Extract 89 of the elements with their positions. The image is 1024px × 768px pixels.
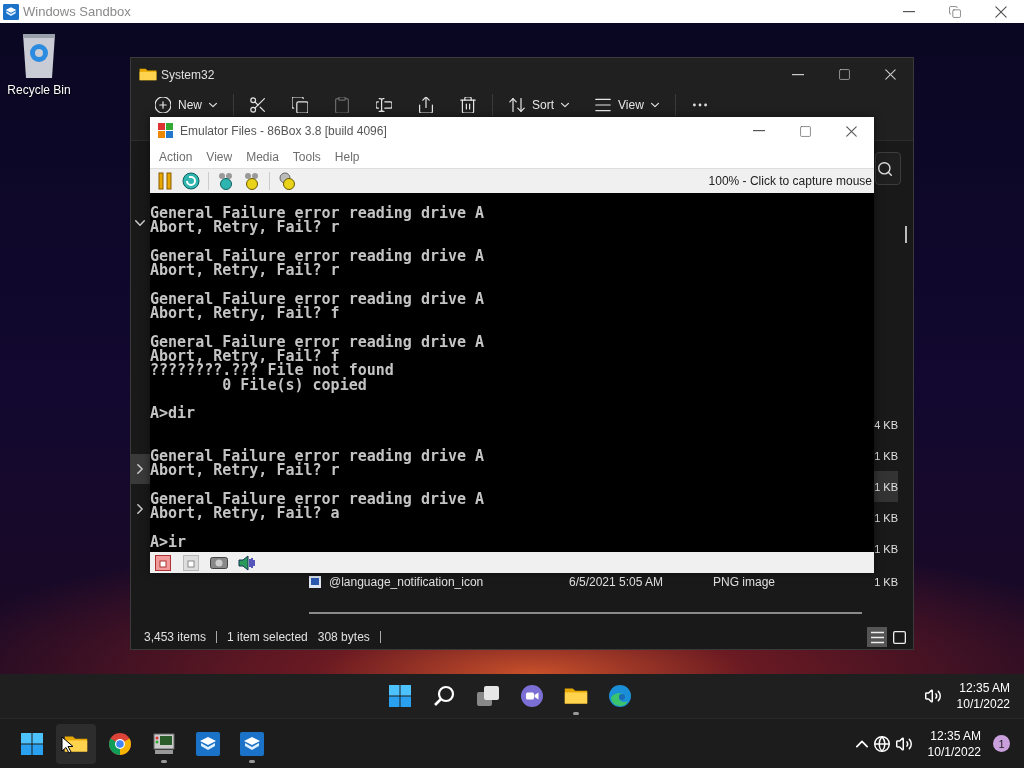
scrollbar-thumb[interactable] [904,226,907,243]
menu-item[interactable]: Media [239,149,286,164]
reset-icon [182,172,200,190]
restore-icon [949,5,961,18]
clock[interactable]: 12:35 AM 10/1/2022 [927,727,981,760]
drive-icon [210,555,228,570]
browser-icon [108,731,132,756]
chevron-down-icon [561,101,570,109]
trash-icon [460,97,476,113]
file-size[interactable]: 1 KB [874,502,898,533]
search-field[interactable] [875,152,901,185]
sort-icon [509,97,525,113]
windows-logo-icon [20,731,44,756]
console-output: General Failure error reading drive A Abort, Retry, Fail? r General Failure error reading drive A Abort, Retry, Fail? r General Failure error reading drive A Abort, Retry, Fail? f General Failure error reading drive A Abort, Retry, Fail? f ????????.??? File not found 0 File(s) copied A>dir General Failure error reading drive A Abort, Retry, Fail? r General Failure error reading drive A Abort, Retry, Fail? a A>ir [150,206,486,550]
cursor-icon [61,735,73,754]
close-icon [995,5,1007,18]
list-icon [870,630,884,644]
taskbar-button[interactable] [56,723,96,764]
lines-icon [595,97,612,113]
file-size[interactable]: 4 KB [874,409,898,440]
folder-icon [564,686,588,706]
floppy-icon [155,554,171,571]
chevron-down-icon [135,218,145,228]
details-view-button[interactable] [867,627,887,647]
item-count: 3,453 items [144,630,207,644]
volume-icon[interactable] [895,735,912,752]
selection-info: 1 item selected [227,630,308,644]
close-icon [845,125,857,137]
computer-icon [152,731,176,756]
search-icon [878,161,892,176]
menu-item[interactable]: Tools [285,149,328,164]
browser-icon [608,684,632,708]
chevron-right-icon [135,504,145,514]
scissors-icon [250,97,266,113]
file-size[interactable]: 1 KB [874,533,898,564]
share-icon [418,97,434,113]
minimize-icon [903,10,915,13]
file-type: PNG image [713,575,777,589]
minimize-icon [792,73,804,76]
maximize-icon [838,69,850,80]
reset-button[interactable] [180,170,202,192]
sort-button[interactable]: Sort [499,94,580,116]
expand-toggle[interactable] [131,454,151,484]
file-size[interactable]: 1 KB [874,471,898,502]
clock[interactable]: 12:35 AM 10/1/2022 [956,680,1010,712]
capture-hint: 100% - Click to capture mouse [708,174,873,188]
clipboard-icon [334,97,350,113]
task-view-icon [476,685,500,707]
windows-logo-icon [388,684,412,708]
sandbox-icon [240,731,264,756]
file-date: 6/5/2021 5:05 AM [569,575,665,589]
chevron-down-icon [209,101,217,109]
view-button[interactable]: View [585,94,669,116]
chat-icon [520,684,544,708]
volume-icon[interactable] [924,688,941,704]
search-icon [432,684,456,708]
chevron-right-icon [135,464,145,474]
chevron-down-icon [650,101,659,109]
maximize-icon [799,125,811,137]
menu-item[interactable]: Action [152,149,200,164]
sandbox-icon [3,3,19,20]
rename-icon [376,97,392,113]
folder-icon [139,67,157,82]
plus-icon [155,97,171,113]
image-file-icon [309,576,321,588]
menu-item[interactable]: Help [327,149,367,164]
floppy-icon [183,554,199,571]
globe-icon[interactable] [873,735,890,752]
app-logo-icon [158,123,174,139]
copy-icon [292,97,308,113]
file-row[interactable]: @language_notification_icon 6/5/2021 5:05 AM PNG image 1 KB [301,572,898,592]
close-icon [884,69,896,80]
new-button[interactable]: New [145,94,227,116]
sandbox-icon [196,731,220,756]
speaker-icon [238,554,256,571]
window-title: Emulator Files - 86Box 3.8 [build 4096] [180,124,388,138]
icon-label: Recycle Bin [7,83,71,97]
tile-icon [892,630,906,644]
file-size[interactable]: 1 KB [874,440,898,471]
file-name: @language_notification_icon [329,575,484,589]
file-size: 1 KB [873,576,898,588]
recycle-bin-icon[interactable] [21,31,57,79]
window-title: Windows Sandbox [23,4,132,19]
notification-badge[interactable]: 1 [993,735,1010,752]
window-title: System32 [161,67,216,82]
minimize-icon [753,130,765,132]
menu-item[interactable]: View [199,149,240,164]
pause-icon [157,172,173,190]
selection-size: 308 bytes [317,630,370,644]
